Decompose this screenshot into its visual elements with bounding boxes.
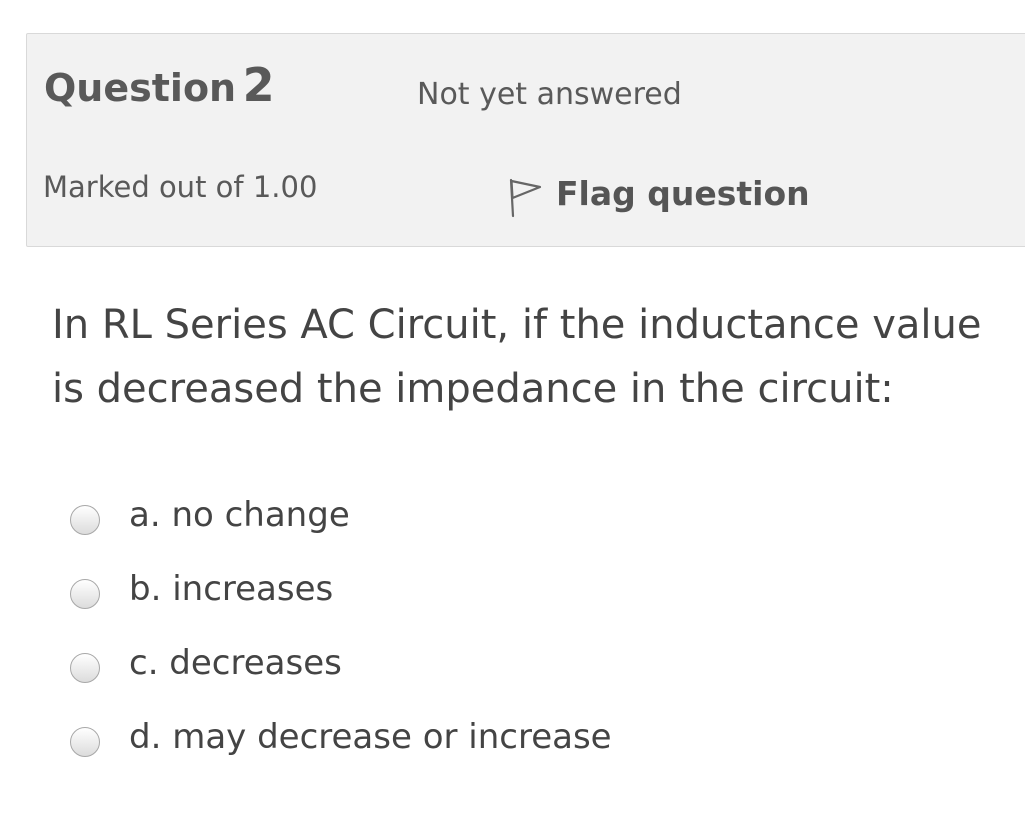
question-text: In RL Series AC Circuit, if the inductan… (52, 302, 982, 412)
radio-button-c[interactable] (70, 653, 100, 683)
flag-question-link[interactable]: Flag question (507, 168, 810, 218)
question-state: Not yet answered (417, 77, 682, 112)
question-word: Question (44, 66, 237, 110)
radio-button-b[interactable] (70, 579, 100, 609)
radio-button-a[interactable] (70, 505, 100, 535)
question-info-box: Question 2 Not yet answered Marked out o… (26, 33, 1025, 247)
radio-button-d[interactable] (70, 727, 100, 757)
answer-option-a[interactable]: a. no change (70, 478, 612, 552)
flag-outline-icon (509, 178, 542, 218)
question-number: 2 (242, 58, 275, 112)
question-grade: Marked out of 1.00 (43, 170, 318, 204)
answer-option-b[interactable]: b. increases (70, 552, 612, 626)
answer-label-b[interactable]: b. increases (129, 572, 333, 606)
flag-question-label: Flag question (556, 173, 810, 213)
answer-label-a[interactable]: a. no change (129, 498, 350, 532)
answer-list: a. no change b. increases c. decreases d… (70, 478, 612, 774)
question-title: Question 2 (44, 62, 275, 108)
answer-option-c[interactable]: c. decreases (70, 626, 612, 700)
answer-label-c[interactable]: c. decreases (129, 646, 342, 680)
answer-label-d[interactable]: d. may decrease or increase (129, 720, 612, 754)
answer-option-d[interactable]: d. may decrease or increase (70, 700, 612, 774)
